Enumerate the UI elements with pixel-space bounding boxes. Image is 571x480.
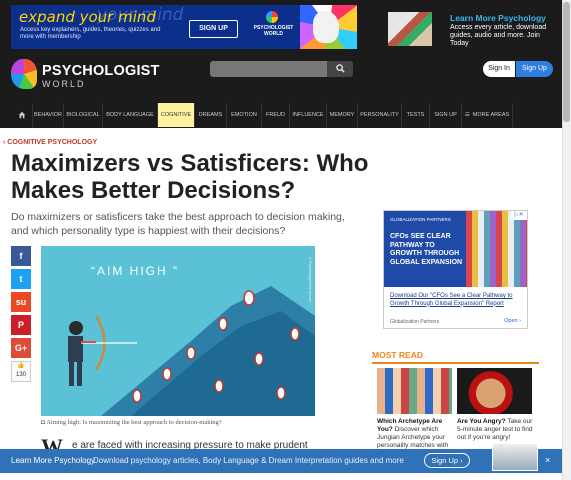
like-count: 130 [15, 372, 26, 378]
sign-in-button[interactable]: Sign In [483, 61, 515, 77]
pinterest-icon: P [17, 320, 24, 330]
archetype-image[interactable] [377, 368, 452, 414]
home-icon [18, 111, 25, 119]
nav-item-dreams[interactable]: DREAMS [195, 103, 227, 127]
most-read-title: Are You Angry? [457, 418, 506, 425]
menu-icon: ☰ [464, 112, 470, 118]
nav-item-influence[interactable]: INFLUENCE [290, 103, 327, 127]
twitter-share-button[interactable]: t [11, 269, 31, 289]
stumbleupon-share-button[interactable]: su [11, 292, 31, 312]
brand-logo-icon [266, 11, 278, 23]
sidebar-ad[interactable]: GLOBALIZATION PARTNERS CFOs SEE CLEAR PA… [383, 210, 528, 329]
category-label: COGNITIVE PSYCHOLOGY [7, 139, 98, 146]
thumbs-up-icon: 👍 [17, 363, 25, 369]
page-scrollbar[interactable] [562, 0, 571, 480]
twitter-icon: t [19, 274, 23, 284]
caption-text: Aiming high: Is maximizing the best appr… [46, 419, 222, 426]
scroll-thumb[interactable] [563, 2, 570, 122]
page-title: Maximizers vs Satisficers: Who Makes Bet… [11, 150, 369, 204]
nav-item-more-areas[interactable]: ☰ MORE AREAS [462, 103, 513, 127]
ad-advertiser: Globalization Partners [390, 319, 440, 325]
nav-item-sign-up[interactable]: SIGN UP [430, 103, 462, 127]
promo-title: Learn More Psychology [11, 456, 96, 465]
most-read-item[interactable]: Which Archetype Are You? Discover which … [377, 418, 452, 450]
ad-brand-logo: GLOBALIZATION PARTNERS [390, 217, 451, 222]
ad-brand: PSYCHOLOGIST WORLD [253, 25, 294, 37]
search-button[interactable] [327, 61, 353, 77]
ad-choices-icon[interactable]: ▷✕ [511, 211, 527, 220]
more-areas-label: MORE AREAS [472, 112, 510, 118]
ad-tagline: Access key explainers, guides, theories,… [20, 27, 161, 40]
most-read-item[interactable]: Are You Angry? Take our 5-minute anger t… [457, 418, 537, 442]
stumbleupon-icon: su [15, 297, 27, 307]
most-read-heading: MOST READ [372, 350, 539, 364]
hero-quote: “AIM HIGH ” [91, 264, 179, 278]
logo-subtitle[interactable]: WORLD [42, 79, 86, 89]
sign-up-button[interactable]: Sign Up [516, 61, 553, 77]
logo-head-icon[interactable] [11, 59, 37, 89]
nav-item-behavior[interactable]: BEHAVIOR [33, 103, 64, 127]
membership-ad[interactable]: your mind expand your mind Access key ex… [11, 5, 357, 49]
learn-more-ad[interactable]: Learn More Psychology Access every artic… [388, 10, 556, 50]
facebook-icon: f [19, 251, 23, 261]
like-button[interactable]: 👍 130 [11, 361, 31, 382]
pinterest-share-button[interactable]: P [11, 315, 31, 335]
category-link[interactable]: ‹ COGNITIVE PSYCHOLOGY [3, 139, 97, 146]
article-subtitle: Do maximizers or satisficers take the be… [11, 211, 345, 237]
image-caption: ◘ Aiming high: Is maximizing the best ap… [41, 419, 222, 426]
close-icon[interactable]: × [545, 455, 550, 465]
head-silhouette-icon [313, 11, 339, 43]
nav-item-tests[interactable]: TESTS [402, 103, 430, 127]
facebook-share-button[interactable]: f [11, 246, 31, 266]
hero-image: “AIM HIGH ” ©PsychologistWorld.com [41, 246, 315, 416]
nav-item-emotion[interactable]: EMOTION [227, 103, 262, 127]
learn-more-text: Access every article, download guides, a… [450, 24, 547, 47]
anger-image[interactable] [457, 368, 532, 414]
nav-item-memory[interactable]: MEMORY [327, 103, 358, 127]
nav-item-biological[interactable]: BIOLOGICAL [64, 103, 103, 127]
ad-banner[interactable]: GLOBALIZATION PARTNERS CFOs SEE CLEAR PA… [384, 211, 527, 287]
ad-banner-text: CFOs SEE CLEAR PATHWAY TO GROWTH THROUGH… [390, 233, 463, 266]
hero-credit: ©PsychologistWorld.com [308, 256, 313, 303]
promo-text: Download psychology articles, Body Langu… [93, 456, 404, 465]
learn-more-title: Learn More Psychology [450, 13, 546, 23]
nav-home[interactable] [11, 103, 33, 127]
ad-tiles-image [466, 211, 527, 287]
promo-signup-button[interactable]: Sign Up › [424, 453, 470, 468]
ad-headline: expand your mind [19, 8, 156, 26]
site-header: your mind expand your mind Access key ex… [0, 0, 562, 128]
promo-signup-label: Sign Up [431, 456, 459, 465]
nav-item-personality[interactable]: PERSONALITY [358, 103, 402, 127]
search-input[interactable] [210, 61, 327, 77]
main-nav: BEHAVIOR BIOLOGICAL BODY LANGUAGE COGNIT… [11, 103, 553, 127]
google-plus-icon: G+ [14, 343, 28, 353]
guides-image [388, 12, 432, 46]
devices-image [492, 443, 538, 471]
logo-title[interactable]: PSYCHOLOGIST [42, 63, 160, 79]
ad-open-link[interactable]: Open › [504, 318, 521, 324]
google-share-button[interactable]: G+ [11, 338, 31, 358]
sticky-promo-bar: Learn More Psychology Download psycholog… [0, 443, 562, 473]
chevron-right-icon: › [460, 456, 463, 465]
search-icon [335, 64, 345, 73]
ad-open-label: Open [504, 318, 518, 324]
ad-signup-button[interactable]: SIGN UP [189, 20, 238, 38]
ad-download-link[interactable]: Download Our "CFOs See a Clear Pathway t… [390, 293, 524, 308]
nav-item-freud[interactable]: FREUD [262, 103, 290, 127]
nav-item-body-language[interactable]: BODY LANGUAGE [103, 103, 158, 127]
nav-item-cognitive[interactable]: COGNITIVE [158, 103, 195, 127]
